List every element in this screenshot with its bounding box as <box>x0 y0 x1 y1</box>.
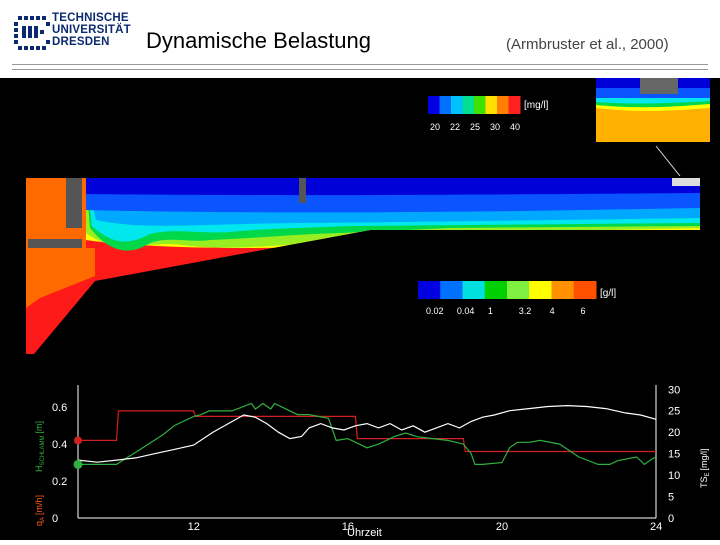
sludge-legend-swatch <box>484 281 508 299</box>
outlet-legend-swatch <box>439 96 452 114</box>
ts-subscript: E <box>705 472 711 476</box>
outlet-legend-swatch <box>497 96 509 114</box>
chart-series <box>73 402 657 469</box>
sludge-legend-tick-label: 3.2 <box>519 306 532 316</box>
sludge-legend-tick-label: 4 <box>550 306 555 316</box>
sludge-concentration-legend: [g/l] 0.02 0.04 1 3.2 4 6 <box>418 281 616 316</box>
outlet-legend-swatch <box>451 96 463 114</box>
outlet-legend-swatch <box>485 96 498 114</box>
university-logo: TECHNISCHE UNIVERSITÄT DRESDEN <box>12 10 132 54</box>
right-tick-label: 25 <box>668 406 680 418</box>
svg-text:TSE[mg/l]: TSE [mg/l] <box>699 448 711 488</box>
slide-title: Dynamische Belastung <box>146 28 372 53</box>
sludge-legend-tick-label: 0.02 <box>426 306 444 316</box>
outlet-legend-tick-label: 25 <box>470 122 480 132</box>
outlet-legend-unit: [mg/l] <box>524 100 549 111</box>
sludge-legend-swatch <box>573 281 597 299</box>
right-tick-label: 15 <box>668 449 680 461</box>
outlet-zoom-inset <box>596 78 710 177</box>
right-axis-label: TSE [mg/l] <box>699 448 711 488</box>
sludge-legend-tick-label: 0.04 <box>457 306 475 316</box>
sludge-legend-swatch <box>418 281 441 299</box>
svg-text:HSCHLAMM[m]: HSCHLAMM[m] <box>34 421 46 472</box>
outlet-legend-swatch <box>428 96 440 114</box>
ts-unit: [mg/l] <box>699 448 709 470</box>
sludge-height-unit: [m] <box>34 421 44 434</box>
outlet-legend-tick-label: 30 <box>490 122 500 132</box>
right-tick-label: 5 <box>668 492 674 504</box>
citation: (Armbruster et al., 2000) <box>506 36 669 53</box>
flow-unit: [m/h] <box>34 495 44 515</box>
sludge-legend-tick-label: 1 <box>488 306 493 316</box>
right-tick-label: 10 <box>668 470 680 482</box>
x-axis-label: Uhrzeit <box>347 527 382 539</box>
right-tick-label: 30 <box>668 384 680 396</box>
sludge-legend-unit: [g/l] <box>600 288 616 299</box>
left-tick-label: 0.4 <box>52 439 67 451</box>
logo-wordmark: TECHNISCHE UNIVERSITÄT DRESDEN <box>52 12 131 48</box>
ts-label: TS <box>699 476 709 488</box>
sludge-legend-swatch <box>551 281 575 299</box>
logo-line-3: DRESDEN <box>52 36 110 48</box>
outlet-concentration-legend: [mg/l] 20 22 25 30 40 <box>428 96 549 132</box>
left-tick-label: 0 <box>52 513 58 525</box>
sludge-legend-swatch <box>462 281 486 299</box>
sludge-legend-swatch <box>440 281 463 299</box>
settling-tank-contour <box>26 178 700 354</box>
sludge-legend-swatch <box>529 281 552 299</box>
slide-header: TECHNISCHE UNIVERSITÄT DRESDEN Dynamisch… <box>0 0 720 78</box>
left-axis-label-top: HSCHLAMM[m] <box>34 421 46 472</box>
header-divider-top <box>12 64 708 65</box>
tu-dresden-logo-icon <box>14 16 50 50</box>
left-tick-label: 0.2 <box>52 476 67 488</box>
x-tick-label: 24 <box>650 521 662 533</box>
right-tick-labels: 0 5 10 15 20 25 30 <box>668 384 680 525</box>
outlet-legend-swatch <box>474 96 486 114</box>
series-start-marker <box>74 436 82 445</box>
outlet-legend-tick-label: 40 <box>510 122 520 132</box>
series-line <box>78 410 656 453</box>
logo-line-1: TECHNISCHE <box>52 12 129 24</box>
outlet-legend-tick-label: 20 <box>430 122 440 132</box>
sludge-height-subscript: SCHLAMM <box>40 435 46 465</box>
x-tick-label: 12 <box>188 521 200 533</box>
sludge-legend-tick-label: 6 <box>581 306 586 316</box>
flow-subscript: A <box>40 517 46 521</box>
sludge-legend-swatch <box>507 281 530 299</box>
logo-line-2: UNIVERSITÄT <box>52 24 131 36</box>
left-axis-label-bottom: qA[m/h] <box>34 495 46 526</box>
series-line <box>78 402 657 466</box>
left-tick-labels: 0 0.2 0.4 0.6 <box>52 402 67 525</box>
right-tick-label: 0 <box>668 513 674 525</box>
left-tick-label: 0.6 <box>52 402 67 414</box>
right-tick-label: 20 <box>668 427 680 439</box>
x-tick-label: 20 <box>496 521 508 533</box>
outlet-legend-tick-label: 22 <box>450 122 460 132</box>
header-divider-bottom <box>12 69 708 70</box>
outlet-legend-swatch <box>462 96 475 114</box>
svg-text:qA[m/h]: qA[m/h] <box>34 495 46 526</box>
simulation-figure: [mg/l] 20 22 25 30 40 [g/l] 0.02 0.04 1 3.2 4 6 1… <box>26 78 711 539</box>
time-series-chart: 12 16 20 24 00.20.40.6 051015202530 Uhrzeit… <box>34 384 711 539</box>
x-tick-labels: 12 16 20 24 <box>188 521 663 533</box>
outlet-legend-swatch <box>508 96 521 114</box>
simulation-panel: [mg/l] 20 22 25 30 40 [g/l] 0.02 0.04 1 3.2 4 6 1… <box>0 78 720 540</box>
series-start-marker <box>73 459 83 469</box>
